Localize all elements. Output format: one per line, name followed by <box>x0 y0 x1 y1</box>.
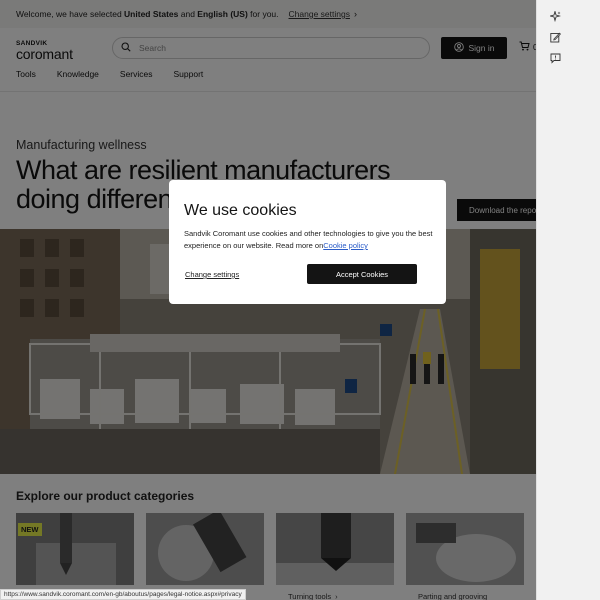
status-bar-url: https://www.sandvik.coromant.com/en-gb/a… <box>0 589 246 600</box>
cookie-dialog: We use cookies Sandvik Coromant use cook… <box>169 180 446 304</box>
cookie-dialog-body: Sandvik Coromant use cookies and other t… <box>184 228 434 252</box>
cookie-change-settings-link[interactable]: Change settings <box>185 270 239 279</box>
edit-note-icon[interactable] <box>550 32 561 43</box>
sparkle-icon[interactable] <box>550 11 561 22</box>
feedback-icon[interactable] <box>550 53 561 64</box>
cookie-dialog-title: We use cookies <box>184 202 297 219</box>
browser-side-panel <box>536 0 600 600</box>
accept-cookies-button[interactable]: Accept Cookies <box>307 264 417 284</box>
cookie-body-text: Sandvik Coromant use cookies and other t… <box>184 229 433 250</box>
cookie-policy-link[interactable]: Cookie policy <box>323 241 368 250</box>
